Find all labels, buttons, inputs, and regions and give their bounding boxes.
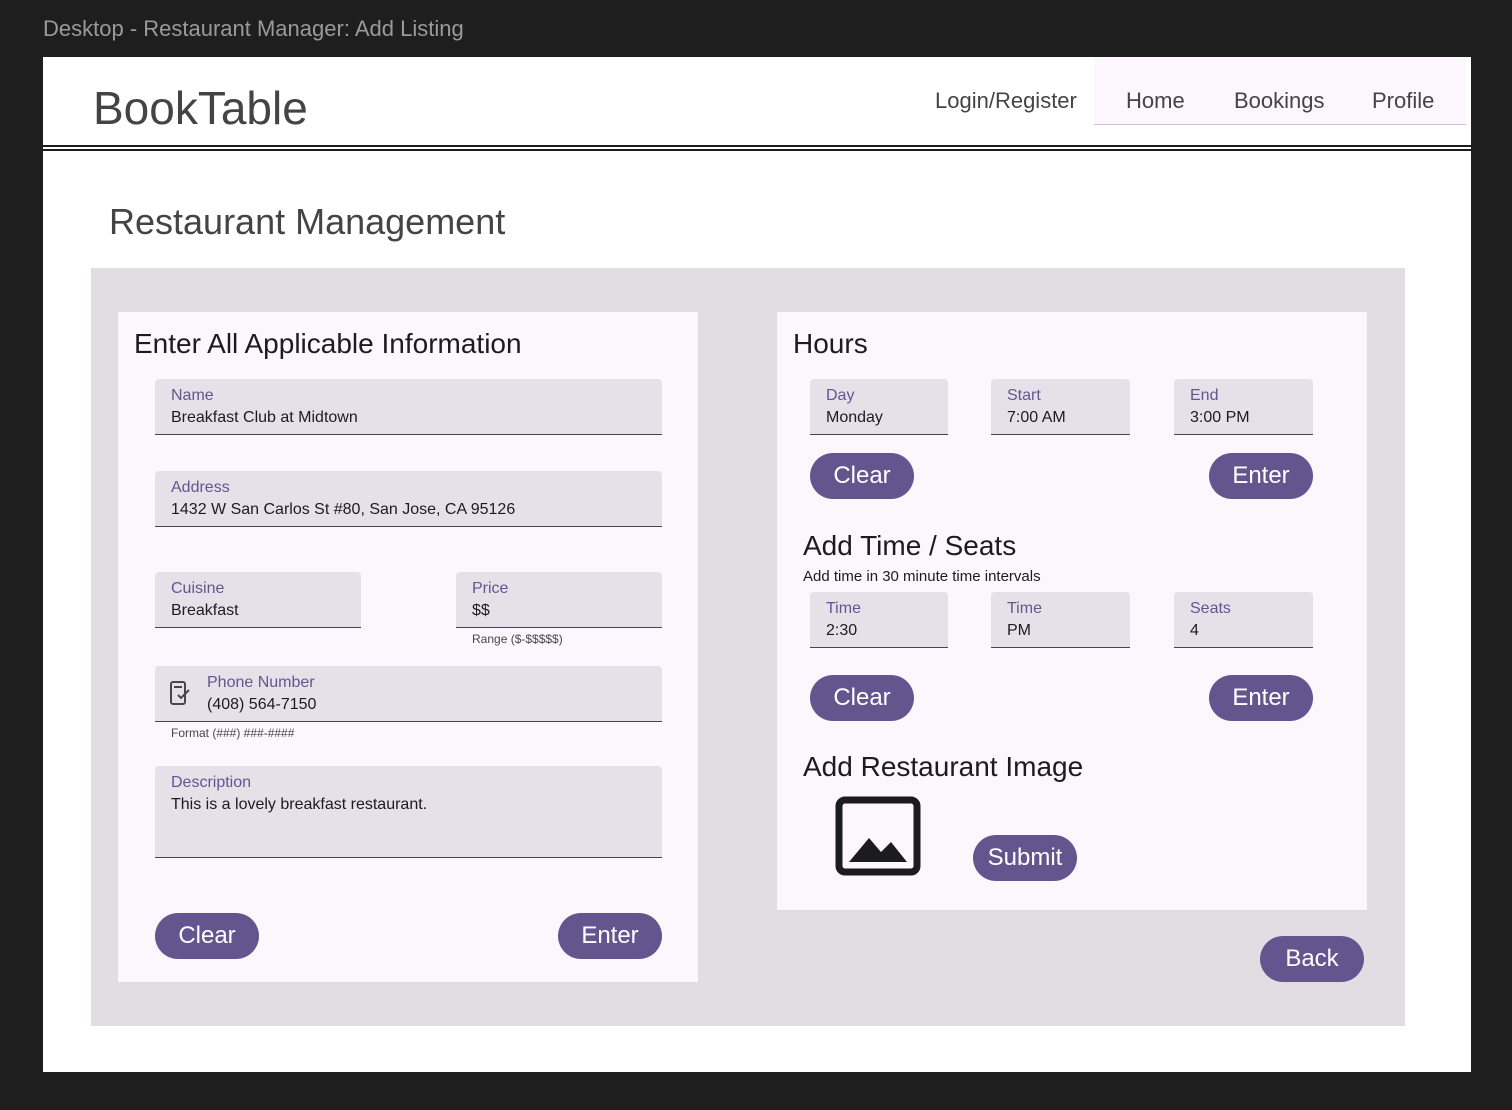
info-card-heading: Enter All Applicable Information [134, 328, 522, 359]
back-button[interactable]: Back [1260, 936, 1364, 982]
seats-clear-button[interactable]: Clear [810, 675, 914, 721]
ampm-value[interactable]: PM [1007, 622, 1031, 640]
price-field[interactable]: Price $$ [456, 572, 662, 628]
end-value[interactable]: 3:00 PM [1190, 409, 1250, 427]
name-value[interactable]: Breakfast Club at Midtown [171, 409, 358, 427]
restaurant-info-card: Enter All Applicable Information Name Br… [118, 312, 698, 982]
phone-check-icon [170, 681, 190, 705]
top-app-bar: BookTable Login/Register Home Bookings P… [43, 57, 1471, 147]
start-label: Start [1007, 387, 1041, 404]
phone-label: Phone Number [207, 674, 315, 691]
time-field[interactable]: Time 2:30 [810, 592, 948, 648]
address-field[interactable]: Address 1432 W San Carlos St #80, San Jo… [155, 471, 662, 527]
seats-field[interactable]: Seats 4 [1174, 592, 1313, 648]
nav-profile[interactable]: Profile [1372, 88, 1434, 114]
start-field[interactable]: Start 7:00 AM [991, 379, 1130, 435]
ampm-field[interactable]: Time PM [991, 592, 1130, 648]
cuisine-value[interactable]: Breakfast [171, 602, 239, 620]
time-label: Time [826, 600, 861, 617]
app-frame: BookTable Login/Register Home Bookings P… [43, 57, 1471, 1072]
hours-card: Hours Day Monday Start 7:00 AM End 3:00 … [777, 312, 1367, 910]
login-register-link[interactable]: Login/Register [935, 88, 1077, 114]
day-field[interactable]: Day Monday [810, 379, 948, 435]
address-value[interactable]: 1432 W San Carlos St #80, San Jose, CA 9… [171, 501, 515, 519]
brand-logo[interactable]: BookTable [93, 81, 308, 135]
hours-heading: Hours [793, 328, 868, 359]
image-placeholder-icon[interactable] [835, 796, 921, 876]
cuisine-label: Cuisine [171, 580, 225, 597]
image-submit-button[interactable]: Submit [973, 835, 1077, 881]
header-divider-secondary [43, 149, 1471, 151]
day-value[interactable]: Monday [826, 409, 883, 427]
start-value[interactable]: 7:00 AM [1007, 409, 1066, 427]
price-value[interactable]: $$ [472, 602, 490, 620]
phone-value[interactable]: (408) 564-7150 [207, 696, 316, 714]
header-divider [43, 145, 1471, 147]
phone-field[interactable]: Phone Number (408) 564-7150 [155, 666, 662, 722]
address-label: Address [171, 479, 230, 496]
info-clear-button[interactable]: Clear [155, 913, 259, 959]
end-field[interactable]: End 3:00 PM [1174, 379, 1313, 435]
day-label: Day [826, 387, 855, 404]
description-label: Description [171, 774, 252, 791]
management-panel: Enter All Applicable Information Name Br… [91, 268, 1405, 1026]
hours-enter-button[interactable]: Enter [1209, 453, 1313, 499]
nav-bookings[interactable]: Bookings [1234, 88, 1325, 114]
page-title: Restaurant Management [109, 201, 506, 242]
info-enter-button[interactable]: Enter [558, 913, 662, 959]
name-label: Name [171, 387, 214, 404]
price-helper-text: Range ($-$$$$$) [472, 632, 563, 646]
seats-label: Seats [1190, 600, 1231, 617]
canvas-title: Desktop - Restaurant Manager: Add Listin… [43, 16, 464, 41]
image-heading: Add Restaurant Image [803, 751, 1084, 782]
time-value[interactable]: 2:30 [826, 622, 857, 640]
time-seats-note: Add time in 30 minute time intervals [803, 568, 1041, 585]
description-field[interactable]: Description This is a lovely breakfast r… [155, 766, 662, 858]
time-seats-heading: Add Time / Seats [803, 530, 1017, 561]
seats-value[interactable]: 4 [1190, 622, 1199, 640]
seats-enter-button[interactable]: Enter [1209, 675, 1313, 721]
phone-helper-text: Format (###) ###-#### [171, 726, 295, 740]
end-label: End [1190, 387, 1219, 404]
cuisine-field[interactable]: Cuisine Breakfast [155, 572, 361, 628]
nav-home[interactable]: Home [1126, 88, 1185, 114]
hours-clear-button[interactable]: Clear [810, 453, 914, 499]
description-value[interactable]: This is a lovely breakfast restaurant. [171, 796, 427, 814]
nav-tabs: Home Bookings Profile [1094, 57, 1466, 125]
price-label: Price [472, 580, 509, 597]
name-field[interactable]: Name Breakfast Club at Midtown [155, 379, 662, 435]
ampm-label: Time [1007, 600, 1042, 617]
